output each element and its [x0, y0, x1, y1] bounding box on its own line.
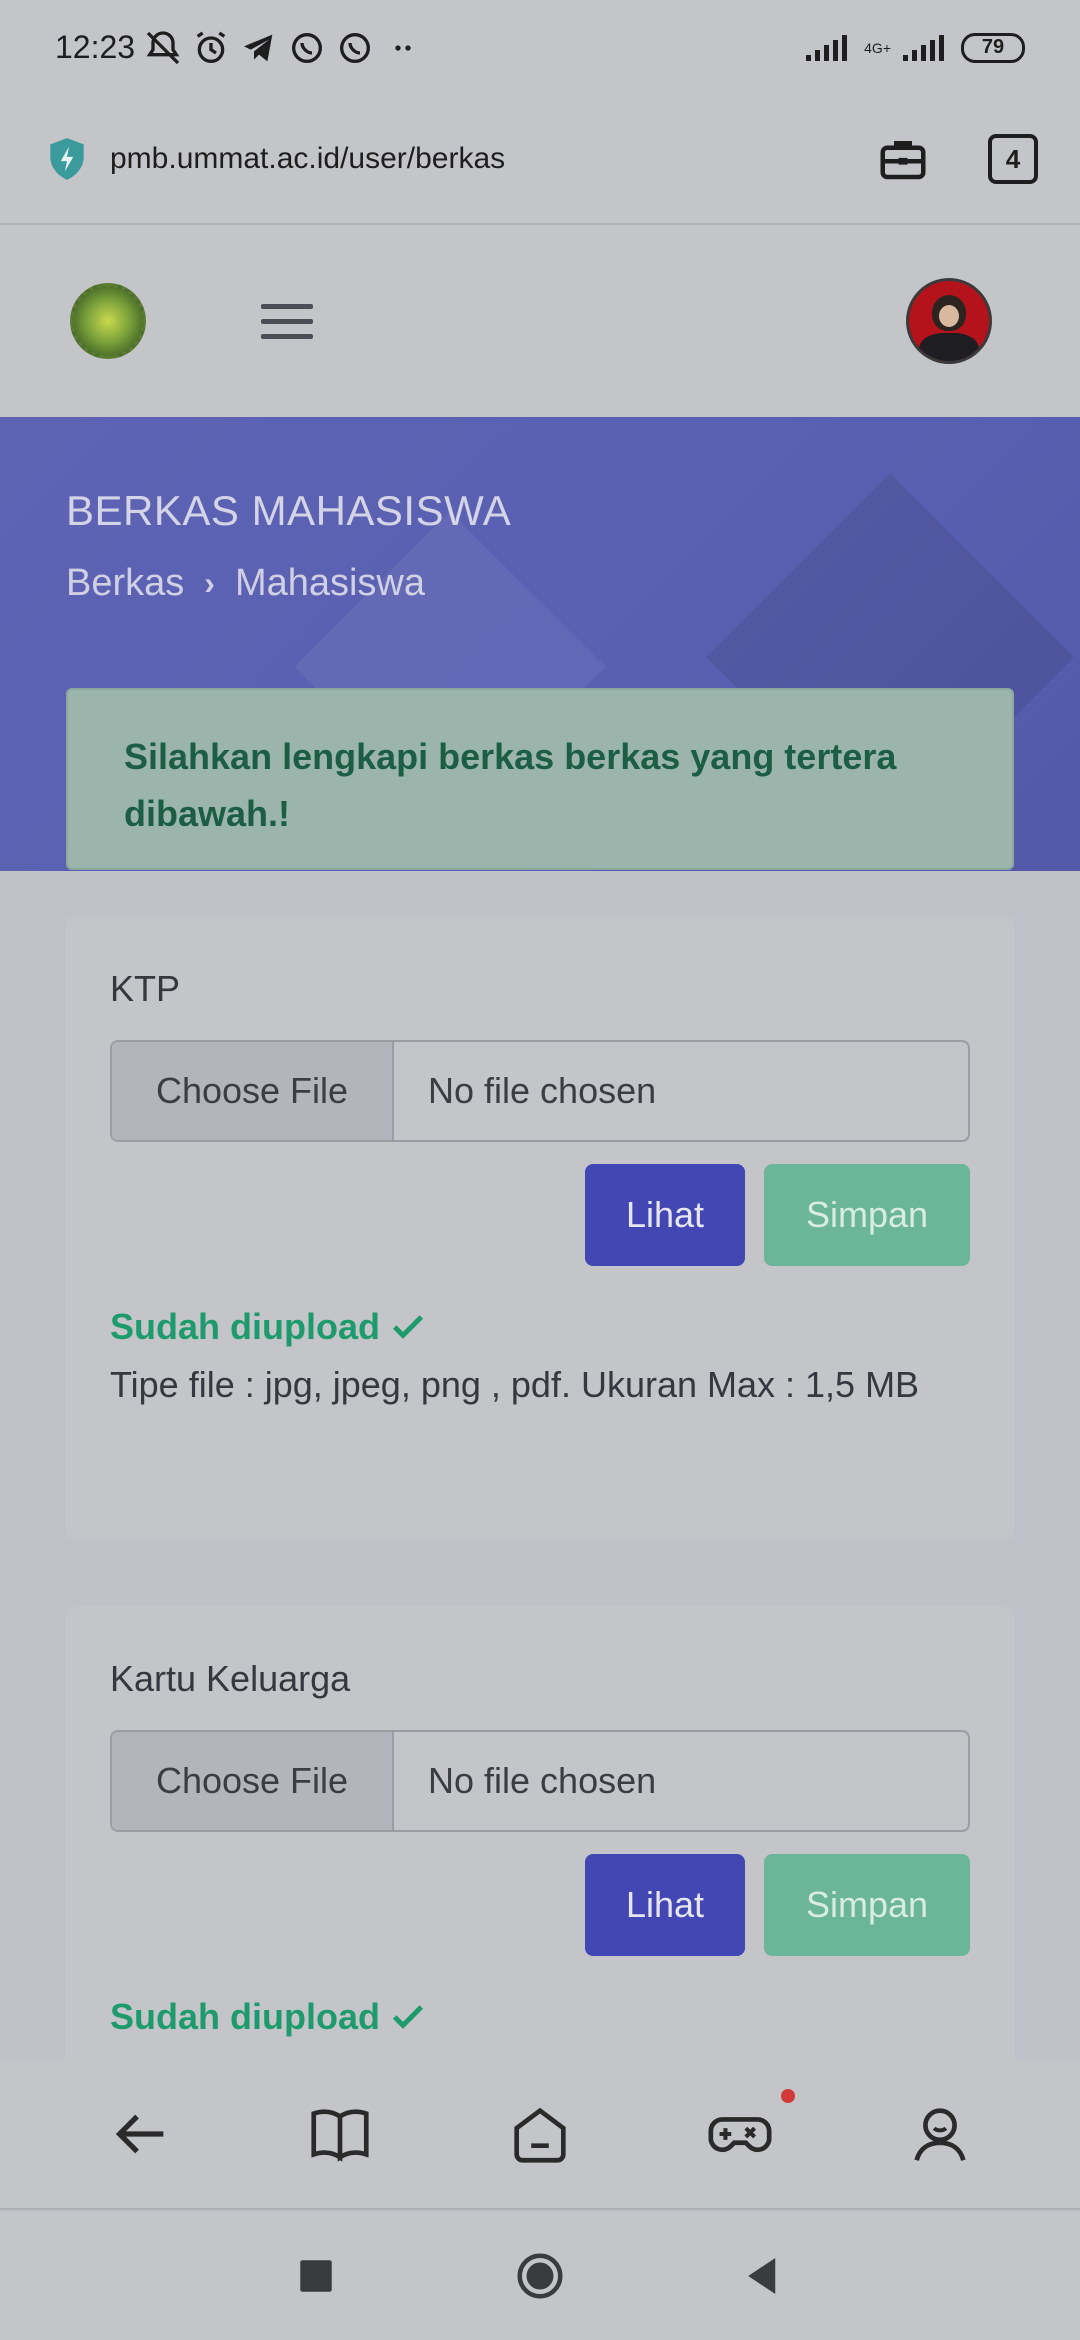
upload-status: Sudah diupload [110, 1306, 428, 1348]
file-name-text: No file chosen [428, 1070, 657, 1111]
upload-card-ktp: KTP Choose File No file chosen Lihat Sim… [66, 916, 1014, 1540]
home-button-icon[interactable] [513, 2249, 567, 2303]
info-alert: Silahkan lengkapi berkas berkas yang ter… [66, 688, 1014, 870]
choose-file-button[interactable]: Choose File [112, 1042, 394, 1140]
notification-dot [781, 2089, 795, 2103]
lihat-button[interactable]: Lihat [585, 1854, 745, 1956]
book-icon[interactable] [305, 2099, 375, 2169]
signal-icon [806, 34, 848, 61]
checkmark-icon [392, 1315, 424, 1339]
university-logo[interactable] [70, 283, 146, 359]
battery-indicator: 79 [961, 32, 1025, 63]
tab-count-button[interactable]: 4 [988, 134, 1038, 184]
site-header [0, 225, 1080, 417]
toolbox-icon[interactable] [876, 132, 930, 186]
lihat-button[interactable]: Lihat [585, 1164, 745, 1266]
upload-status: Sudah diupload [110, 1996, 428, 2038]
browser-bottom-nav [0, 2060, 1080, 2210]
checkmark-icon [392, 2005, 424, 2029]
back-icon[interactable] [105, 2099, 175, 2169]
profile-icon[interactable] [905, 2099, 975, 2169]
breadcrumb-item[interactable]: Berkas [66, 562, 184, 605]
field-label: KTP [110, 968, 181, 1009]
upload-card-kartu-keluarga: Kartu Keluarga Choose File No file chose… [66, 1606, 1014, 2126]
system-nav-bar [0, 2212, 1080, 2340]
mute-bell-icon [146, 30, 180, 64]
more-dots-icon [395, 44, 411, 51]
upload-status-text: Sudah diupload [110, 1306, 380, 1347]
page-title: BERKAS MAHASISWA [66, 487, 512, 534]
breadcrumb-item: Mahasiswa [234, 562, 426, 604]
choose-file-button[interactable]: Choose File [112, 1732, 394, 1830]
upload-status-text: Sudah diupload [110, 1996, 380, 2037]
user-avatar[interactable] [906, 278, 992, 364]
back-button-icon[interactable] [737, 2249, 791, 2303]
game-controller-icon[interactable] [705, 2089, 795, 2169]
field-label: Kartu Keluarga [110, 1658, 351, 1699]
simpan-button[interactable]: Simpan [764, 1164, 970, 1266]
network-type: 4G+ [864, 39, 891, 56]
whatsapp-icon [340, 32, 371, 63]
url-text[interactable]: pmb.ummat.ac.id/user/berkas [110, 142, 505, 176]
whatsapp-icon [292, 32, 323, 63]
file-type-hint: Tipe file : jpg, jpeg, png , pdf. Ukuran… [110, 1364, 920, 1405]
file-name-text: No file chosen [428, 1760, 657, 1801]
hamburger-menu-icon[interactable] [261, 303, 313, 339]
file-input[interactable]: Choose File No file chosen [110, 1040, 970, 1142]
file-input[interactable]: Choose File No file chosen [110, 1730, 970, 1832]
recent-apps-icon[interactable] [289, 2249, 343, 2303]
status-bar: 12:23 4G+ 79 [0, 0, 1080, 95]
simpan-button[interactable]: Simpan [764, 1854, 970, 1956]
signal-icon [903, 34, 944, 61]
breadcrumb: Berkas › Mahasiswa [66, 562, 425, 605]
status-time: 12:23 [55, 29, 136, 65]
telegram-icon [244, 34, 273, 61]
alarm-icon [196, 31, 226, 63]
browser-url-bar[interactable]: pmb.ummat.ac.id/user/berkas 4 [0, 95, 1080, 225]
home-icon[interactable] [505, 2099, 575, 2169]
shield-bolt-icon [50, 138, 84, 180]
chevron-right-icon: › [204, 565, 215, 601]
